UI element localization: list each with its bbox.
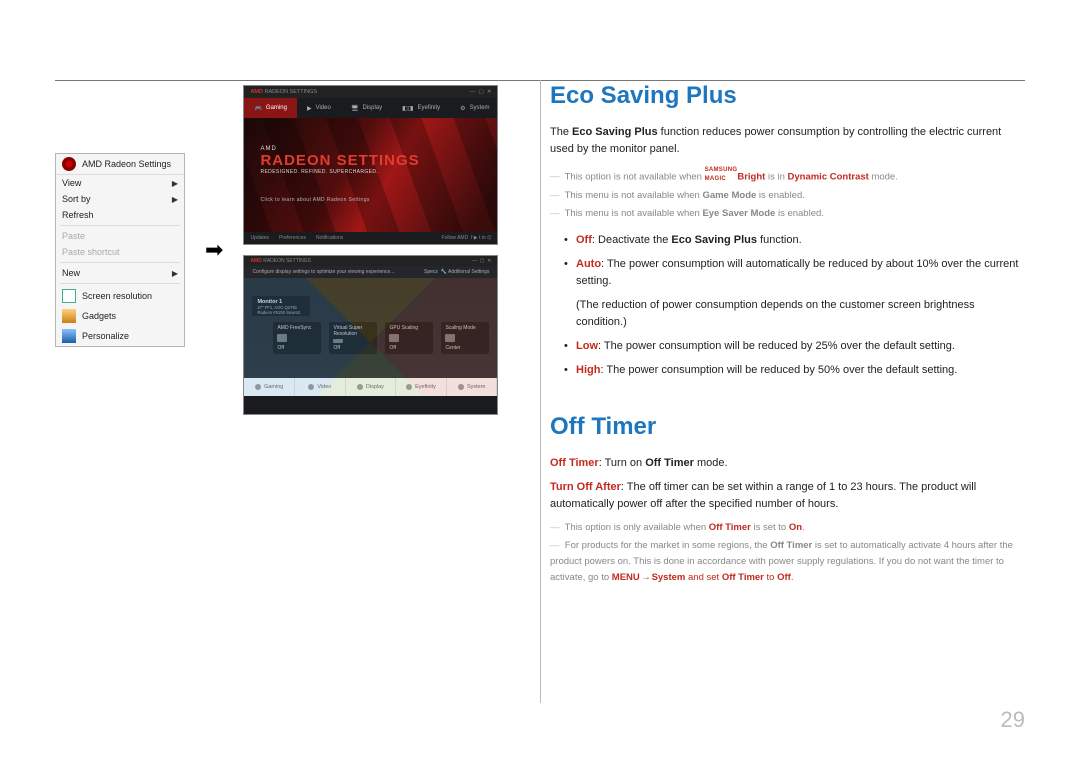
- separator: [60, 225, 180, 226]
- footer-notifications: Notifications: [316, 235, 343, 241]
- display-subtitle: Configure display settings to optimize y…: [252, 269, 394, 275]
- gadgets-icon: [62, 309, 76, 323]
- window-controls-icon: — ▢ ✕: [472, 258, 491, 264]
- toggle-icon: [389, 334, 399, 342]
- bullet-auto-sub: (The reduction of power consumption depe…: [576, 297, 1025, 332]
- eco-note-3: This menu is not available when Eye Save…: [550, 206, 1025, 222]
- ctx-item-refresh: Refresh: [56, 207, 184, 223]
- chevron-right-icon: ▶: [172, 195, 178, 204]
- context-menu-title-row: AMD Radeon Settings: [56, 154, 184, 175]
- learn-tip: Click to learn about AMD Radeon Settings: [260, 197, 419, 203]
- bullet-low: Low: The power consumption will be reduc…: [564, 338, 1025, 356]
- radeon-headline: RADEON SETTINGS: [260, 152, 419, 169]
- eco-saving-plus-heading: Eco Saving Plus: [550, 82, 1025, 110]
- context-and-arrow-row: AMD Radeon Settings View▶ Sort by▶ Refre…: [55, 85, 520, 415]
- chevron-right-icon: ▶: [172, 269, 178, 278]
- amd-icon: [62, 157, 76, 171]
- manual-page: AMD Radeon Settings View▶ Sort by▶ Refre…: [0, 0, 1080, 763]
- ctx-item-sortby: Sort by▶: [56, 191, 184, 207]
- tab-eyefinity: ◧◨Eyefinity: [392, 98, 450, 118]
- separator: [60, 262, 180, 263]
- specs-link: Specs: [424, 269, 438, 275]
- off-timer-heading: Off Timer: [550, 413, 1025, 441]
- context-menu-title: AMD Radeon Settings: [82, 159, 171, 169]
- btab-system: System: [447, 378, 498, 396]
- ctx-item-paste: Paste: [56, 228, 184, 244]
- arrow-right-icon: ➡: [205, 237, 223, 263]
- mode-icon: [445, 334, 455, 342]
- tab-gaming: 🎮Gaming: [244, 98, 297, 118]
- tab-video: ▶Video: [297, 98, 341, 118]
- additional-settings-link: Additional Settings: [448, 269, 489, 275]
- btab-display: Display: [346, 378, 397, 396]
- separator: [60, 283, 180, 284]
- off-timer-note2: For products for the market in some regi…: [550, 538, 1025, 586]
- ctx-item-gadgets: Gadgets: [56, 306, 184, 326]
- toggle-icon: [277, 334, 287, 342]
- tile-freesync: AMD FreeSyncOff: [273, 322, 321, 354]
- right-column: Eco Saving Plus The Eco Saving Plus func…: [550, 70, 1025, 588]
- ctx-item-screen-resolution: Screen resolution: [56, 286, 184, 306]
- eco-bullet-list: Off: Deactivate the Eco Saving Plus func…: [564, 232, 1025, 379]
- monitor-label: Monitor 1: [257, 299, 305, 305]
- screenshot-group: AMD RADEON SETTINGS — ▢ ✕ 🎮Gaming ▶Video…: [243, 85, 498, 415]
- eco-description: The Eco Saving Plus function reduces pow…: [550, 124, 1025, 158]
- off-timer-line1: Off Timer: Turn on Off Timer mode.: [550, 455, 1025, 473]
- off-timer-line2: Turn Off After: The off timer can be set…: [550, 479, 1025, 514]
- window-title: RADEON SETTINGS: [263, 258, 311, 264]
- btab-gaming: Gaming: [244, 378, 295, 396]
- off-timer-note1: This option is only available when Off T…: [550, 520, 1025, 536]
- personalize-icon: [62, 329, 76, 343]
- tile-vsr: Virtual Super ResolutionOff: [329, 322, 377, 354]
- screen-resolution-icon: [62, 289, 76, 303]
- eco-note-1: This option is not available when SAMSUN…: [550, 168, 1025, 186]
- window-controls-icon: — ▢ ✕: [470, 89, 491, 95]
- tab-display: 🖥Display: [341, 98, 392, 118]
- btab-eyefinity: Eyefinity: [396, 378, 447, 396]
- monitor-detail: 27" FF1, AOC Q2781 Radeon #5150 Seven2: [257, 305, 305, 315]
- top-tab-bar: 🎮Gaming ▶Video 🖥Display ◧◨Eyefinity ⚙Sys…: [244, 98, 497, 118]
- page-number: 29: [1001, 707, 1025, 733]
- ctx-item-new: New▶: [56, 265, 184, 281]
- radeon-subline: REDESIGNED. REFINED. SUPERCHARGED.: [260, 169, 419, 175]
- btab-video: Video: [295, 378, 346, 396]
- tab-system: ⚙System: [450, 98, 498, 118]
- bullet-high: High: The power consumption will be redu…: [564, 362, 1025, 380]
- window-title: RADEON SETTINGS: [265, 89, 318, 95]
- ctx-item-view: View▶: [56, 175, 184, 191]
- follow-amd: Follow AMD: [442, 235, 469, 241]
- eco-note-2: This menu is not available when Game Mod…: [550, 188, 1025, 204]
- chevron-right-icon: ▶: [172, 179, 178, 188]
- bottom-tab-bar: Gaming Video Display Eyefinity System: [244, 378, 497, 396]
- left-column: AMD Radeon Settings View▶ Sort by▶ Refre…: [55, 70, 520, 588]
- column-divider: [540, 80, 541, 703]
- toggle-icon: [333, 339, 343, 343]
- radeon-settings-home-screenshot: AMD RADEON SETTINGS — ▢ ✕ 🎮Gaming ▶Video…: [243, 85, 498, 245]
- radeon-settings-display-screenshot: AMD RADEON SETTINGS — ▢ ✕ Configure disp…: [243, 255, 498, 415]
- footer-updates: Updates: [250, 235, 269, 241]
- tile-gpu-scaling: GPU ScalingOff: [385, 322, 433, 354]
- bullet-auto: Auto: The power consumption will automat…: [564, 256, 1025, 291]
- monitor-card: Monitor 1 27" FF1, AOC Q2781 Radeon #515…: [252, 296, 310, 316]
- desktop-context-menu: AMD Radeon Settings View▶ Sort by▶ Refre…: [55, 153, 185, 347]
- ctx-item-personalize: Personalize: [56, 326, 184, 346]
- bullet-off: Off: Deactivate the Eco Saving Plus func…: [564, 232, 1025, 250]
- footer-preferences: Preferences: [279, 235, 306, 241]
- ctx-item-paste-shortcut: Paste shortcut: [56, 244, 184, 260]
- tile-scaling-mode: Scaling ModeCenter: [441, 322, 489, 354]
